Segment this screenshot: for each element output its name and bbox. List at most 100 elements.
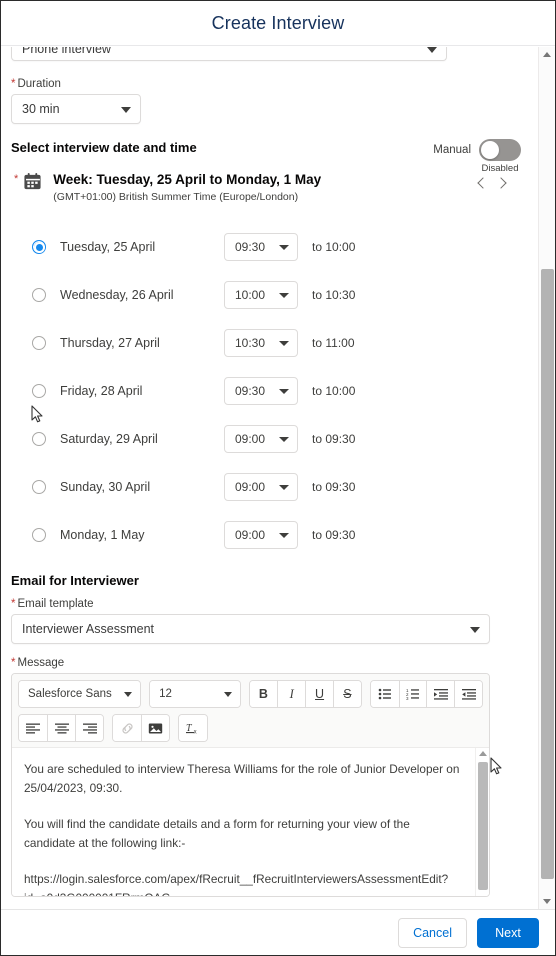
- end-time-text: to 09:30: [312, 480, 356, 494]
- chevron-down-icon: [427, 47, 437, 53]
- week-nav: [475, 175, 507, 191]
- scroll-down-icon[interactable]: [543, 899, 551, 904]
- day-radio-monday-1-may[interactable]: [32, 528, 46, 542]
- indent-icon[interactable]: [426, 681, 455, 707]
- create-interview-modal: Create Interview Phone interview * Durati…: [0, 0, 556, 956]
- end-time-text: to 09:30: [312, 432, 356, 446]
- duration-field: * Duration 30 min: [11, 77, 529, 124]
- cancel-button[interactable]: Cancel: [398, 917, 467, 948]
- align-right-icon[interactable]: [75, 715, 103, 741]
- email-section: Email for Interviewer * Email template In…: [11, 573, 529, 897]
- day-row[interactable]: Friday, 28 April 09:30 to 10:00: [11, 367, 529, 415]
- chevron-down-icon: [124, 692, 133, 697]
- end-time-text: to 11:00: [312, 336, 355, 350]
- end-time-text: to 10:00: [312, 240, 356, 254]
- day-radio-friday-28-april[interactable]: [32, 384, 46, 398]
- message-scrollbar[interactable]: [475, 748, 489, 896]
- font-family-select[interactable]: Salesforce Sans: [19, 681, 141, 707]
- align-left-icon[interactable]: [19, 715, 47, 741]
- day-label: Sunday, 30 April: [60, 480, 151, 494]
- message-body[interactable]: You are scheduled to interview Theresa W…: [12, 748, 489, 896]
- message-paragraph: https://login.salesforce.com/apex/fRecru…: [24, 872, 449, 896]
- start-time-select[interactable]: 10:00: [224, 281, 298, 309]
- font-family-value: Salesforce Sans: [28, 688, 112, 700]
- start-time-value: 09:00: [235, 528, 266, 542]
- underline-label: U: [315, 687, 325, 701]
- email-template-value: Interviewer Assessment: [22, 622, 154, 636]
- chevron-down-icon: [279, 293, 289, 298]
- scrollbar-thumb[interactable]: [541, 269, 554, 879]
- bold-icon[interactable]: B: [249, 681, 278, 707]
- strikethrough-icon[interactable]: S: [332, 681, 361, 707]
- modal-scrollbar[interactable]: [538, 47, 555, 909]
- italic-icon[interactable]: I: [277, 681, 306, 707]
- day-label: Wednesday, 26 April: [60, 288, 174, 302]
- font-size-group: 12: [149, 680, 241, 708]
- email-template-select[interactable]: Interviewer Assessment: [11, 614, 490, 644]
- font-size-select[interactable]: 12: [150, 681, 240, 707]
- message-text: You are scheduled to interview Theresa W…: [12, 748, 489, 896]
- chevron-down-icon: [223, 692, 232, 697]
- message-paragraph: You are scheduled to interview Theresa W…: [24, 762, 460, 795]
- scroll-up-icon[interactable]: [478, 751, 487, 756]
- image-icon[interactable]: [141, 715, 169, 741]
- link-icon[interactable]: [113, 715, 141, 741]
- start-time-value: 10:30: [235, 336, 266, 350]
- calendar-icon: [23, 172, 42, 196]
- duration-select[interactable]: 30 min: [11, 94, 141, 124]
- chevron-left-icon[interactable]: [475, 175, 489, 191]
- interview-type-field: Phone interview: [11, 47, 529, 61]
- start-time-select[interactable]: 09:00: [224, 473, 298, 501]
- week-timezone: (GMT+01:00) British Summer Time (Europe/…: [53, 191, 299, 203]
- svg-text:3: 3: [406, 696, 409, 700]
- scrollbar-thumb[interactable]: [478, 762, 488, 890]
- day-radio-saturday-29-april[interactable]: [32, 432, 46, 446]
- day-row[interactable]: Wednesday, 26 April 10:00 to 10:30: [11, 271, 529, 319]
- start-time-select[interactable]: 09:30: [224, 233, 298, 261]
- outdent-icon[interactable]: [454, 681, 482, 707]
- end-time-text: to 09:30: [312, 528, 356, 542]
- font-size-value: 12: [159, 688, 172, 700]
- chevron-right-icon[interactable]: [493, 175, 507, 191]
- day-list: Tuesday, 25 April 09:30 to 10:00 Wednesd…: [11, 223, 529, 559]
- day-radio-thursday-27-april[interactable]: [32, 336, 46, 350]
- manual-toggle-label: Manual: [433, 144, 471, 156]
- bulleted-list-icon[interactable]: [370, 681, 399, 707]
- manual-toggle[interactable]: [479, 139, 521, 161]
- strikethrough-label: S: [343, 687, 352, 701]
- chevron-down-icon: [279, 245, 289, 250]
- day-row[interactable]: Thursday, 27 April 10:30 to 11:00: [11, 319, 529, 367]
- page-title: Create Interview: [211, 12, 345, 33]
- start-time-select[interactable]: 09:30: [224, 377, 298, 405]
- day-row[interactable]: Sunday, 30 April 09:00 to 09:30: [11, 463, 529, 511]
- start-time-value: 09:00: [235, 480, 266, 494]
- list-group: 123: [369, 680, 483, 708]
- day-radio-wednesday-26-april[interactable]: [32, 288, 46, 302]
- chevron-down-icon: [279, 485, 289, 490]
- scroll-up-icon[interactable]: [543, 52, 551, 57]
- chevron-down-icon: [121, 107, 131, 113]
- modal-header: Create Interview: [1, 1, 555, 46]
- remove-formatting-icon[interactable]: Tx: [179, 715, 207, 741]
- align-group: [18, 714, 104, 742]
- modal-body: Phone interview * Duration 30 min Select …: [1, 47, 555, 909]
- toggle-knob: [481, 141, 499, 159]
- message-field: * Message Salesforce Sans 12 B I U S 1 2…: [11, 656, 529, 897]
- start-time-select[interactable]: 09:00: [224, 521, 298, 549]
- chevron-down-icon: [470, 627, 480, 633]
- day-row[interactable]: Monday, 1 May 09:00 to 09:30: [11, 511, 529, 559]
- start-time-value: 10:00: [235, 288, 266, 302]
- start-time-select[interactable]: 10:30: [224, 329, 298, 357]
- interview-type-select[interactable]: Phone interview: [11, 47, 447, 61]
- chevron-down-icon: [279, 533, 289, 538]
- next-button[interactable]: Next: [477, 917, 539, 948]
- underline-icon[interactable]: U: [305, 681, 333, 707]
- day-radio-tuesday-25-april[interactable]: [32, 240, 46, 254]
- align-center-icon[interactable]: [47, 715, 75, 741]
- font-family-group: Salesforce Sans: [18, 680, 142, 708]
- day-row[interactable]: Saturday, 29 April 09:00 to 09:30: [11, 415, 529, 463]
- day-row[interactable]: Tuesday, 25 April 09:30 to 10:00: [11, 223, 529, 271]
- start-time-select[interactable]: 09:00: [224, 425, 298, 453]
- numbered-list-icon[interactable]: 123: [398, 681, 427, 707]
- day-radio-sunday-30-april[interactable]: [32, 480, 46, 494]
